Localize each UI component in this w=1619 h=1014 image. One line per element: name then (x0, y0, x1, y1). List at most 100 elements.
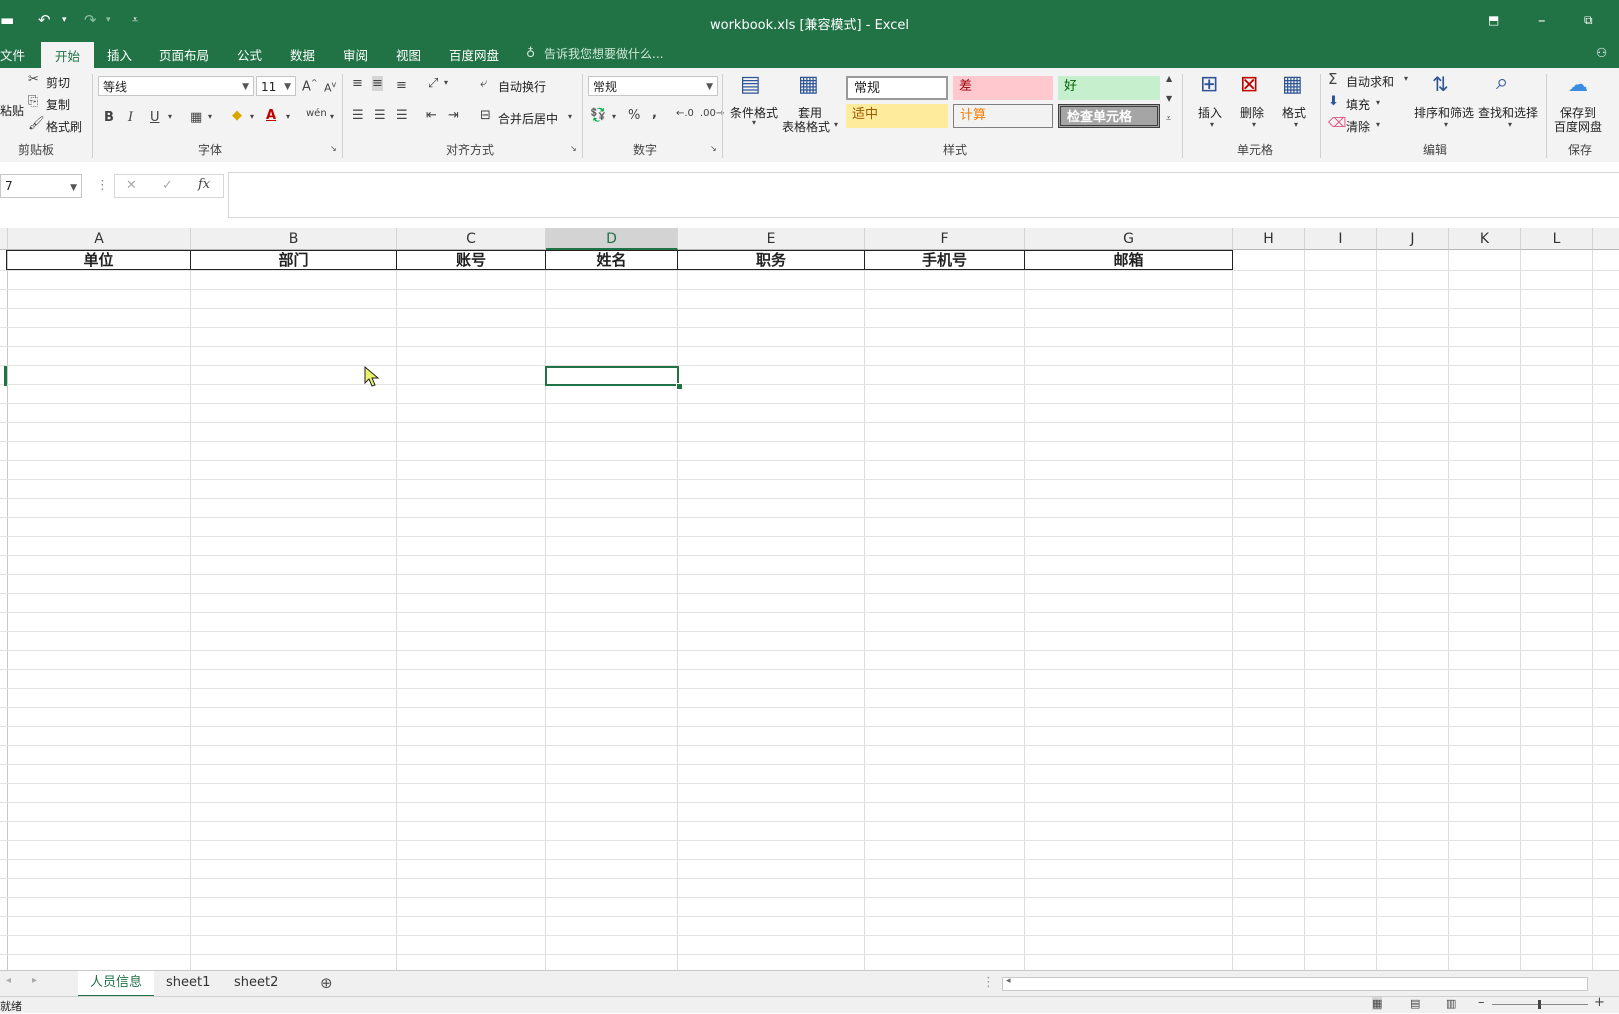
sheet-scroll-right-icon[interactable]: ▸ (32, 975, 37, 986)
decrease-indent-icon[interactable]: ⇤ (426, 108, 437, 123)
fill-handle[interactable] (676, 383, 683, 390)
underline-dropdown-icon[interactable]: ▾ (168, 112, 172, 121)
format-as-table-dropdown-icon[interactable]: ▾ (834, 120, 838, 129)
font-color-dropdown-icon[interactable]: ▾ (286, 112, 290, 121)
orientation-dropdown-icon[interactable]: ▾ (444, 78, 448, 87)
merge-center-button[interactable]: 合并后居中 (498, 110, 558, 127)
align-bottom-icon[interactable]: ≡ (396, 78, 407, 93)
number-format-select[interactable]: 常规 ▼ (588, 76, 718, 96)
clear-button[interactable]: 清除 (1346, 118, 1370, 135)
zoom-thumb[interactable] (1538, 1000, 1541, 1009)
select-all-corner[interactable] (0, 228, 8, 250)
decrease-decimal-icon[interactable]: .00→ (700, 108, 724, 119)
format-as-table-button[interactable]: 表格格式 (782, 118, 830, 135)
column-header-a[interactable]: A (8, 228, 191, 250)
font-color-icon[interactable]: A (266, 108, 276, 123)
cut-button[interactable]: 剪切 (46, 74, 70, 91)
tell-me-box[interactable]: 告诉我您想要做什么... (544, 45, 663, 62)
find-dropdown-icon[interactable]: ▾ (1508, 120, 1512, 129)
formula-input[interactable] (228, 172, 1619, 218)
column-header-g[interactable]: G (1025, 228, 1233, 250)
conditional-format-dropdown-icon[interactable]: ▾ (752, 118, 756, 127)
fill-button[interactable]: 填充 (1346, 96, 1370, 113)
header-cell-name[interactable]: 姓名 (546, 250, 678, 270)
wrap-text-button[interactable]: 自动换行 (498, 78, 546, 95)
split-handle-icon[interactable]: ⋮ (982, 975, 995, 990)
comma-style-icon[interactable]: , (652, 106, 657, 121)
name-box[interactable]: 7 ▼ (0, 174, 82, 198)
style-calculation[interactable]: 计算 (953, 104, 1053, 128)
tab-data[interactable]: 数据 (290, 45, 315, 64)
sheet-tab-sheet2[interactable]: sheet2 (222, 971, 290, 995)
account-icon[interactable]: ⚇ (1596, 45, 1607, 60)
find-select-button[interactable]: 查找和选择 (1478, 104, 1538, 121)
align-right-icon[interactable]: ☰ (396, 108, 408, 123)
scroll-left-icon[interactable]: ◂ (1006, 976, 1011, 986)
active-cell[interactable] (545, 366, 679, 386)
ribbon-display-icon[interactable]: ⬒ (1488, 12, 1499, 28)
number-launcher-icon[interactable]: ↘ (710, 144, 717, 153)
insert-function-icon[interactable]: fx (198, 177, 210, 192)
borders-icon[interactable]: ▦ (190, 110, 202, 125)
sheet-scroll-left-icon[interactable]: ◂ (6, 975, 11, 986)
worksheet-grid[interactable]: A B C D E F G H I J K L 单位 部门 账号 姓名 职务 手… (0, 228, 1619, 970)
style-bad[interactable]: 差 (953, 76, 1053, 100)
column-header-next[interactable] (1593, 228, 1619, 250)
style-normal[interactable]: 常规 (846, 76, 948, 100)
phonetic-icon[interactable]: wén (306, 108, 327, 119)
borders-dropdown-icon[interactable]: ▾ (208, 112, 212, 121)
style-good[interactable]: 好 (1058, 76, 1160, 100)
tab-page-layout[interactable]: 页面布局 (159, 45, 209, 64)
zoom-out-icon[interactable]: – (1478, 995, 1485, 1010)
gallery-more-icon[interactable]: ⩡ (1166, 114, 1171, 124)
shrink-font-icon[interactable]: Av (324, 80, 336, 95)
phonetic-dropdown-icon[interactable]: ▾ (330, 112, 334, 121)
column-header-l[interactable]: L (1521, 228, 1593, 250)
style-neutral[interactable]: 适中 (846, 104, 948, 128)
tab-baidu[interactable]: 百度网盘 (449, 45, 499, 64)
sheet-tab-sheet1[interactable]: sheet1 (154, 971, 222, 995)
sheet-tab-personnel[interactable]: 人员信息 (78, 971, 155, 998)
header-cell-unit[interactable]: 单位 (6, 250, 191, 270)
page-layout-view-icon[interactable]: ▤ (1410, 997, 1420, 1010)
clear-dropdown-icon[interactable]: ▾ (1376, 120, 1380, 129)
fill-color-icon[interactable]: ◆ (232, 108, 242, 123)
gallery-up-icon[interactable]: ▲ (1166, 74, 1172, 83)
insert-cells-button[interactable]: 插入 (1198, 104, 1222, 121)
fill-dropdown-icon[interactable]: ▾ (1376, 98, 1380, 107)
align-center-icon[interactable]: ☰ (374, 108, 386, 123)
copy-button[interactable]: 复制 (46, 96, 70, 113)
fill-color-dropdown-icon[interactable]: ▾ (250, 112, 254, 121)
zoom-in-icon[interactable]: + (1594, 995, 1605, 1010)
gallery-down-icon[interactable]: ▼ (1166, 94, 1172, 103)
column-header-h[interactable]: H (1233, 228, 1305, 250)
tab-home[interactable]: 开始 (41, 42, 95, 70)
header-cell-phone[interactable]: 手机号 (865, 250, 1025, 270)
tab-view[interactable]: 视图 (396, 45, 421, 64)
orientation-icon[interactable]: ⤢ (428, 76, 438, 91)
new-sheet-icon[interactable]: ⊕ (320, 974, 333, 992)
minimize-icon[interactable]: – (1538, 12, 1546, 28)
save-to-baidu-button[interactable]: 百度网盘 (1554, 118, 1602, 135)
column-header-f[interactable]: F (865, 228, 1025, 250)
format-cells-button[interactable]: 格式 (1282, 104, 1306, 121)
delete-cells-button[interactable]: 删除 (1240, 104, 1264, 121)
alignment-launcher-icon[interactable]: ↘ (570, 144, 577, 153)
grow-font-icon[interactable]: A^ (302, 78, 318, 94)
column-header-j[interactable]: J (1377, 228, 1449, 250)
column-header-k[interactable]: K (1449, 228, 1521, 250)
tab-file[interactable]: 文件 (0, 45, 25, 64)
column-header-c[interactable]: C (397, 228, 546, 250)
column-header-e[interactable]: E (678, 228, 865, 250)
align-top-icon[interactable]: ≡ (352, 76, 363, 91)
percent-icon[interactable]: % (628, 108, 640, 123)
normal-view-icon[interactable]: ▦ (1372, 997, 1383, 1010)
format-dropdown-icon[interactable]: ▾ (1294, 120, 1298, 129)
font-size-select[interactable]: 11 ▼ (256, 76, 296, 96)
font-launcher-icon[interactable]: ↘ (330, 144, 337, 153)
format-painter-button[interactable]: 格式刷 (46, 118, 82, 135)
column-header-i[interactable]: I (1305, 228, 1377, 250)
header-cell-account[interactable]: 账号 (397, 250, 546, 270)
merge-dropdown-icon[interactable]: ▾ (568, 112, 572, 121)
currency-dropdown-icon[interactable]: ▾ (612, 112, 616, 121)
